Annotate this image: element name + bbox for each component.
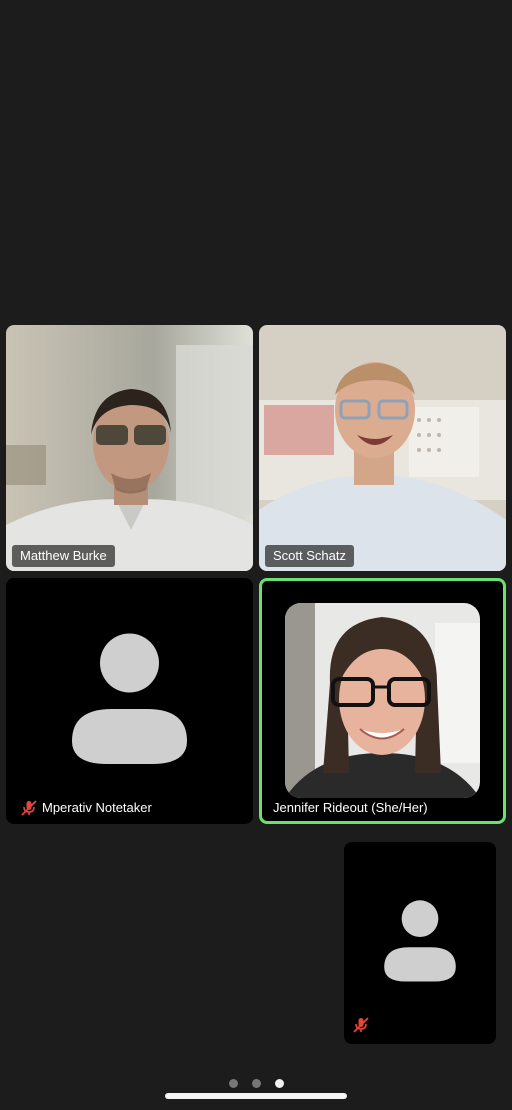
home-indicator[interactable] bbox=[165, 1093, 347, 1099]
page-indicator[interactable] bbox=[0, 1079, 512, 1088]
video-frame bbox=[285, 603, 480, 798]
self-view-tile[interactable] bbox=[344, 842, 496, 1044]
participant-name: Matthew Burke bbox=[12, 545, 115, 567]
participant-tile-mperativ-notetaker[interactable]: Mperativ Notetaker bbox=[6, 578, 253, 824]
participant-video bbox=[6, 325, 253, 571]
participant-name-row: Jennifer Rideout (She/Her) bbox=[273, 798, 428, 818]
mic-muted-icon bbox=[353, 1017, 369, 1033]
participant-name: Mperativ Notetaker bbox=[42, 800, 152, 815]
video-frame bbox=[6, 325, 253, 571]
participant-video bbox=[285, 603, 480, 798]
avatar-placeholder-icon bbox=[384, 900, 456, 982]
participant-name-row: Mperativ Notetaker bbox=[20, 798, 152, 818]
page-dot-2[interactable] bbox=[251, 1079, 261, 1088]
meeting-stage: Matthew Burke Scott Schatz Mperativ Note… bbox=[0, 0, 512, 1110]
participant-tile-scott-schatz[interactable]: Scott Schatz bbox=[259, 325, 506, 571]
self-mute-indicator bbox=[352, 1017, 370, 1038]
participant-video bbox=[259, 325, 506, 571]
participant-tile-matthew-burke[interactable]: Matthew Burke bbox=[6, 325, 253, 571]
video-frame bbox=[259, 325, 506, 571]
page-dot-3[interactable] bbox=[274, 1079, 284, 1088]
participant-name: Jennifer Rideout (She/Her) bbox=[273, 800, 428, 815]
participant-name: Scott Schatz bbox=[265, 545, 354, 567]
participant-tile-jennifer-rideout[interactable]: Jennifer Rideout (She/Her) bbox=[259, 578, 506, 824]
avatar-placeholder-icon bbox=[72, 633, 187, 764]
page-dot-1[interactable] bbox=[228, 1079, 238, 1088]
mic-muted-icon bbox=[21, 800, 37, 816]
